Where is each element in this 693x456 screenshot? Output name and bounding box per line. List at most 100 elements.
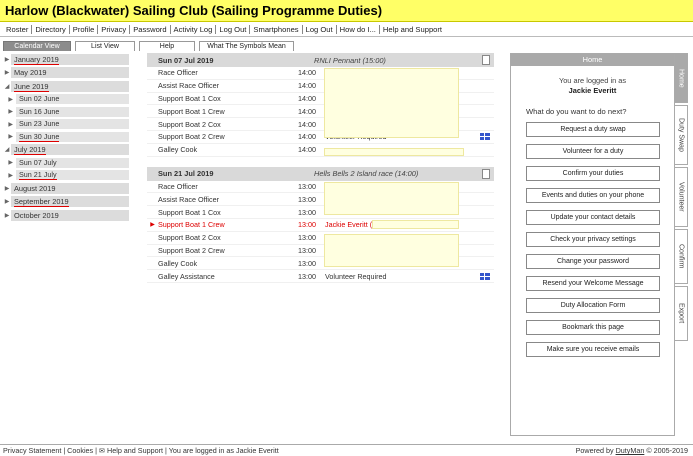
footer-links[interactable]: Privacy Statement | Cookies | ✉ Help and… (3, 446, 279, 455)
month-label: August 2019 (11, 182, 129, 194)
next-question: What do you want to do next? (526, 107, 627, 116)
duty-role: Race Officer (158, 181, 198, 191)
side-tab-export[interactable]: Export (675, 286, 688, 341)
login-info: You are logged in as Jackie Everitt (511, 76, 674, 96)
week-label-text: Sun 30 June (19, 131, 60, 142)
week-label: Sun 23 June (16, 119, 129, 129)
month-item[interactable]: ▶ January 2019 (3, 53, 129, 65)
month-label-text: October 2019 (14, 210, 59, 220)
side-tab-label: Export (677, 303, 685, 324)
side-tab-label: Home (677, 68, 685, 88)
redacted-block (324, 181, 459, 215)
action-volunteer-for-a-duty-button[interactable]: Volunteer for a duty (526, 144, 660, 159)
duty-time: 13:00 (298, 258, 316, 268)
tab-list-view[interactable]: List View (75, 41, 135, 51)
week-item[interactable]: ▶ Sun 21 July (3, 170, 129, 181)
week-item[interactable]: ▶ Sun 23 June (3, 119, 129, 130)
dutyman-link[interactable]: DutyMan (616, 446, 645, 455)
month-item[interactable]: ▶ August 2019 (3, 182, 129, 194)
tab-what-the-symbols-mean[interactable]: What The Symbols Mean (199, 41, 294, 51)
collapsed-triangle-icon[interactable]: ▶ (3, 159, 16, 166)
week-label-text: Sun 07 July (19, 157, 57, 167)
menu-item-how-do-i[interactable]: How do I... (337, 24, 380, 34)
collapsed-triangle-icon[interactable]: ▶ (3, 69, 11, 76)
expanded-triangle-icon[interactable]: ◢ (3, 146, 11, 153)
volunteer-flag-icon[interactable] (480, 133, 490, 141)
duty-role: Assist Race Officer (158, 81, 219, 91)
side-tab-label: Volunteer (677, 182, 685, 212)
menu-item-help-and-support[interactable]: Help and Support (380, 25, 445, 34)
month-item[interactable]: ▶ September 2019 (3, 196, 129, 208)
side-tab-volunteer[interactable]: Volunteer (675, 167, 688, 227)
week-item[interactable]: ▶ Sun 30 June (3, 131, 129, 142)
action-check-your-privacy-settings-button[interactable]: Check your privacy settings (526, 232, 660, 247)
main-menu: Roster Directory Profile Privacy Password Act… (0, 22, 693, 37)
week-label-text: Sun 21 July (19, 170, 57, 180)
side-tab-confirm[interactable]: Confirm (675, 229, 688, 284)
month-item[interactable]: ◢ July 2019 (3, 144, 129, 156)
document-icon[interactable] (482, 168, 490, 179)
duty-role: Assist Race Officer (158, 194, 219, 204)
menu-item-profile[interactable]: Profile (70, 24, 99, 34)
event-block: Sun 07 Jul 2019 RNLI Pennant (15:00) Race … (147, 53, 494, 157)
week-label: Sun 02 June (16, 94, 129, 104)
duty-role: Support Boat 1 Cox (158, 93, 221, 103)
collapsed-triangle-icon[interactable]: ▶ (3, 185, 11, 192)
collapsed-triangle-icon[interactable]: ▶ (3, 198, 11, 205)
collapsed-triangle-icon[interactable]: ▶ (3, 172, 16, 179)
redacted-block (372, 219, 459, 229)
action-request-a-duty-swap-button[interactable]: Request a duty swap (526, 122, 660, 137)
action-resend-your-welcome-message-button[interactable]: Resend your Welcome Message (526, 276, 660, 291)
tab-calendar-view[interactable]: Calendar View (3, 41, 71, 51)
menu-item-smartphones[interactable]: Smartphones (250, 24, 303, 34)
action-confirm-your-duties-button[interactable]: Confirm your duties (526, 166, 660, 181)
action-make-sure-you-receive-emails-button[interactable]: Make sure you receive emails (526, 342, 660, 357)
duty-row[interactable]: Galley Assistance 13:00 Volunteer Required (147, 270, 494, 283)
menu-item-log-out[interactable]: Log Out (303, 24, 337, 34)
month-item[interactable]: ▶ October 2019 (3, 209, 129, 221)
month-item[interactable]: ▶ May 2019 (3, 67, 129, 79)
collapsed-triangle-icon[interactable]: ▶ (3, 56, 11, 63)
duty-role: Support Boat 1 Crew (158, 220, 225, 230)
side-tab-home[interactable]: Home (675, 53, 688, 103)
collapsed-triangle-icon[interactable]: ▶ (3, 96, 16, 103)
menu-item-password[interactable]: Password (130, 24, 171, 34)
side-tab-duty-swap[interactable]: Duty Swap (675, 105, 688, 165)
week-item[interactable]: ▶ Sun 02 June (3, 94, 129, 105)
redacted-block (324, 68, 459, 138)
month-label-text: May 2019 (14, 68, 47, 77)
month-item[interactable]: ◢ June 2019 (3, 80, 129, 92)
duty-time: 13:00 (298, 220, 316, 230)
duty-role: Galley Cook (158, 258, 198, 268)
duty-time: 14:00 (298, 93, 316, 103)
duty-time: 14:00 (298, 145, 316, 155)
action-update-your-contact-details-button[interactable]: Update your contact details (526, 210, 660, 225)
collapsed-triangle-icon[interactable]: ▶ (3, 212, 11, 219)
action-bookmark-this-page-button[interactable]: Bookmark this page (526, 320, 660, 335)
tab-help[interactable]: Help (139, 41, 195, 51)
menu-item-directory[interactable]: Directory (32, 24, 70, 34)
side-tabs: Home Duty Swap Volunteer Confirm Export (675, 53, 688, 343)
volunteer-flag-icon[interactable] (480, 272, 490, 280)
menu-item-privacy[interactable]: Privacy (98, 24, 131, 34)
view-tabs: Calendar View List View Help What The Symbo… (3, 41, 298, 51)
side-tab-label: Confirm (677, 244, 685, 269)
collapsed-triangle-icon[interactable]: ▶ (3, 108, 16, 115)
action-events-and-duties-on-your-phone-button[interactable]: Events and duties on your phone (526, 188, 660, 203)
expanded-triangle-icon[interactable]: ◢ (3, 83, 11, 90)
collapsed-triangle-icon[interactable]: ▶ (3, 133, 16, 140)
document-icon[interactable] (482, 55, 490, 65)
home-panel-header: Home (511, 54, 674, 66)
menu-item-roster[interactable]: Roster (3, 24, 33, 34)
week-item[interactable]: ▶ Sun 07 July (3, 157, 129, 168)
week-label-text: Sun 02 June (19, 94, 60, 103)
action-change-your-password-button[interactable]: Change your password (526, 254, 660, 269)
menu-item-activity-log[interactable]: Activity Log (171, 24, 217, 34)
week-label-text: Sun 16 June (19, 106, 60, 116)
week-item[interactable]: ▶ Sun 16 June (3, 106, 129, 117)
month-label-text: June 2019 (14, 81, 49, 92)
duty-roster: Sun 07 Jul 2019 RNLI Pennant (15:00) Race … (147, 53, 494, 293)
collapsed-triangle-icon[interactable]: ▶ (3, 121, 16, 128)
action-duty-allocation-form-button[interactable]: Duty Allocation Form (526, 298, 660, 313)
menu-item-log-out[interactable]: Log Out (216, 24, 251, 34)
